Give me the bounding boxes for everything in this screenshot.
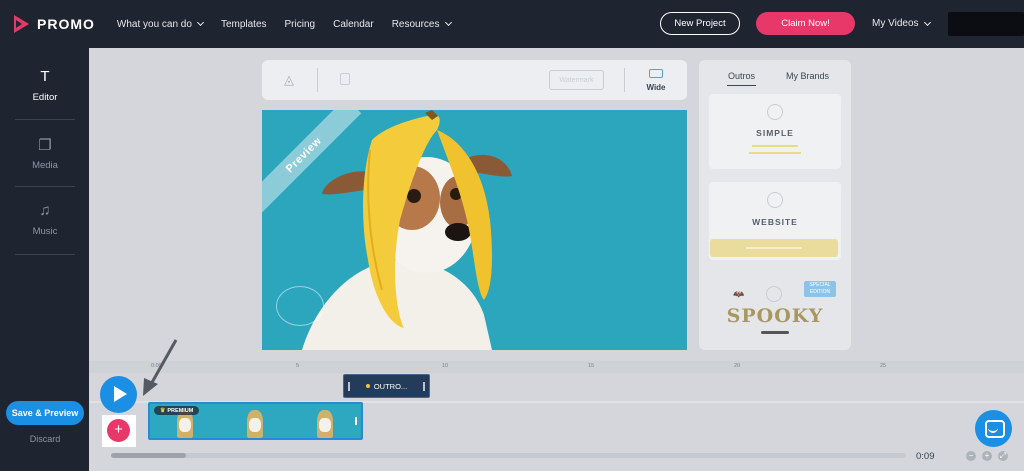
play-button[interactable] xyxy=(100,376,137,413)
nav-calendar[interactable]: Calendar xyxy=(333,19,374,30)
my-videos-label: My Videos xyxy=(872,18,919,29)
tab-outros[interactable]: Outros xyxy=(728,71,755,81)
video-clip[interactable]: ♛ PREMIUM xyxy=(148,402,363,440)
logo-placeholder-icon xyxy=(767,192,783,208)
aspect-ratio-label[interactable]: Wide xyxy=(642,83,670,92)
outro-card-title: SIMPLE xyxy=(756,128,794,138)
nav-pricing[interactable]: Pricing xyxy=(285,19,316,30)
chevron-down-icon xyxy=(444,18,452,27)
ruler-tick: 20 xyxy=(734,363,741,369)
tab-my-brands[interactable]: My Brands xyxy=(786,71,829,81)
ruler-tick: 5 xyxy=(296,363,300,369)
clip-handle-right[interactable] xyxy=(423,382,425,391)
sidebar-divider xyxy=(15,254,75,255)
clip-thumbnail xyxy=(290,404,360,438)
sidebar-divider xyxy=(15,186,75,187)
toolbar-divider xyxy=(624,68,625,92)
nav-link-label: Resources xyxy=(391,18,440,30)
timeline-scrollbar[interactable] xyxy=(111,453,906,458)
zoom-in-button[interactable]: + xyxy=(982,451,992,461)
outro-card-title: WEBSITE xyxy=(752,217,798,227)
chevron-down-icon xyxy=(923,18,931,26)
toolbar-divider xyxy=(317,68,318,92)
add-clip-button[interactable]: + xyxy=(107,419,130,442)
my-videos-menu[interactable]: My Videos xyxy=(872,18,931,29)
nav-link-label: What you can do xyxy=(116,18,192,30)
promo-logo-mark-icon xyxy=(14,15,29,33)
clip-handle-left[interactable] xyxy=(348,382,350,391)
premium-label: PREMIUM xyxy=(167,407,194,414)
video-preview[interactable]: Preview xyxy=(262,110,687,350)
top-navigation: PROMO What you can do Templates Pricing … xyxy=(0,0,1024,48)
text-T-icon: T xyxy=(40,68,50,85)
clip-handle-right[interactable] xyxy=(355,417,357,425)
pointer-arrow-icon xyxy=(143,339,178,396)
website-url-bar xyxy=(710,239,838,257)
media-icon: ❐ xyxy=(38,137,52,154)
sidebar-item-editor[interactable]: T Editor xyxy=(15,68,75,103)
active-tab-underline xyxy=(727,85,756,87)
discard-link[interactable]: Discard xyxy=(6,434,84,444)
card-line xyxy=(749,152,801,154)
scrollbar-thumb[interactable] xyxy=(111,453,186,458)
ruler-tick: 15 xyxy=(588,363,595,369)
timeline-ruler: 0:00 5 10 15 20 25 xyxy=(89,361,1024,373)
trash-icon[interactable] xyxy=(340,73,350,85)
watermark-button[interactable]: Watermark xyxy=(549,70,604,90)
outro-clip-label: OUTRO... xyxy=(373,381,408,391)
sidebar-item-label: Music xyxy=(32,226,58,237)
special-edition-badge: SPECIAL EDITION xyxy=(804,281,836,297)
music-note-icon: ♫ xyxy=(39,202,51,219)
watermark-badge xyxy=(276,286,324,326)
card-line xyxy=(752,145,798,147)
logo-placeholder-icon xyxy=(766,286,782,302)
outro-card-simple[interactable]: SIMPLE xyxy=(709,94,841,169)
outro-clip[interactable]: OUTRO... xyxy=(343,374,430,398)
ruler-tick: 10 xyxy=(442,363,449,369)
ruler-tick: 25 xyxy=(880,363,887,369)
outro-card-spooky[interactable]: SPOOKY xyxy=(699,305,851,327)
sidebar-item-label: Editor xyxy=(32,92,58,103)
sidebar-item-media[interactable]: ❐ Media xyxy=(15,136,75,171)
left-sidebar: T Editor ❐ Media ♫ Music Save & Preview … xyxy=(0,48,89,471)
bat-icon: 🦇 xyxy=(733,289,745,299)
claim-now-button[interactable]: Claim Now! xyxy=(756,12,855,35)
dog-face-thumb xyxy=(319,418,331,432)
editor-toolbar: ◬ Watermark Wide xyxy=(262,60,687,100)
nav-links: What you can do Templates Pricing Calend… xyxy=(117,19,469,30)
sidebar-item-label: Media xyxy=(32,160,58,171)
dog-face-thumb xyxy=(179,418,191,432)
url-placeholder-line xyxy=(746,247,802,249)
fit-timeline-button[interactable]: ⤢ xyxy=(998,451,1008,461)
zoom-out-button[interactable]: − xyxy=(966,451,976,461)
nav-what-you-can-do[interactable]: What you can do xyxy=(116,18,204,30)
dog-face-thumb xyxy=(249,418,261,432)
chevron-down-icon xyxy=(196,18,204,27)
promo-logo[interactable]: PROMO xyxy=(14,15,95,33)
crown-icon: ♛ xyxy=(160,408,166,414)
nav-resources[interactable]: Resources xyxy=(391,18,452,30)
redacted-account-area[interactable] xyxy=(948,12,1024,36)
nav-templates[interactable]: Templates xyxy=(221,19,267,30)
sidebar-item-music[interactable]: ♫ Music xyxy=(15,202,75,237)
clip-thumbnail xyxy=(220,404,290,438)
outro-dot-icon xyxy=(365,384,370,388)
outros-panel: Outros My Brands SIMPLE WEBSITE 🦇 SPECIA… xyxy=(699,60,851,350)
premium-badge: ♛ PREMIUM xyxy=(154,406,200,415)
logo-placeholder-icon xyxy=(767,104,783,120)
timeline-duration: 0:09 xyxy=(916,451,935,462)
wide-ratio-icon[interactable] xyxy=(649,69,663,78)
chat-support-button[interactable] xyxy=(975,410,1012,447)
new-project-button[interactable]: New Project xyxy=(660,12,740,35)
save-preview-button[interactable]: Save & Preview xyxy=(6,401,84,425)
paint-bucket-icon[interactable]: ◬ xyxy=(284,72,298,87)
brand-name: PROMO xyxy=(37,16,95,32)
scroll-handle[interactable] xyxy=(761,331,789,334)
sidebar-divider xyxy=(15,119,75,120)
